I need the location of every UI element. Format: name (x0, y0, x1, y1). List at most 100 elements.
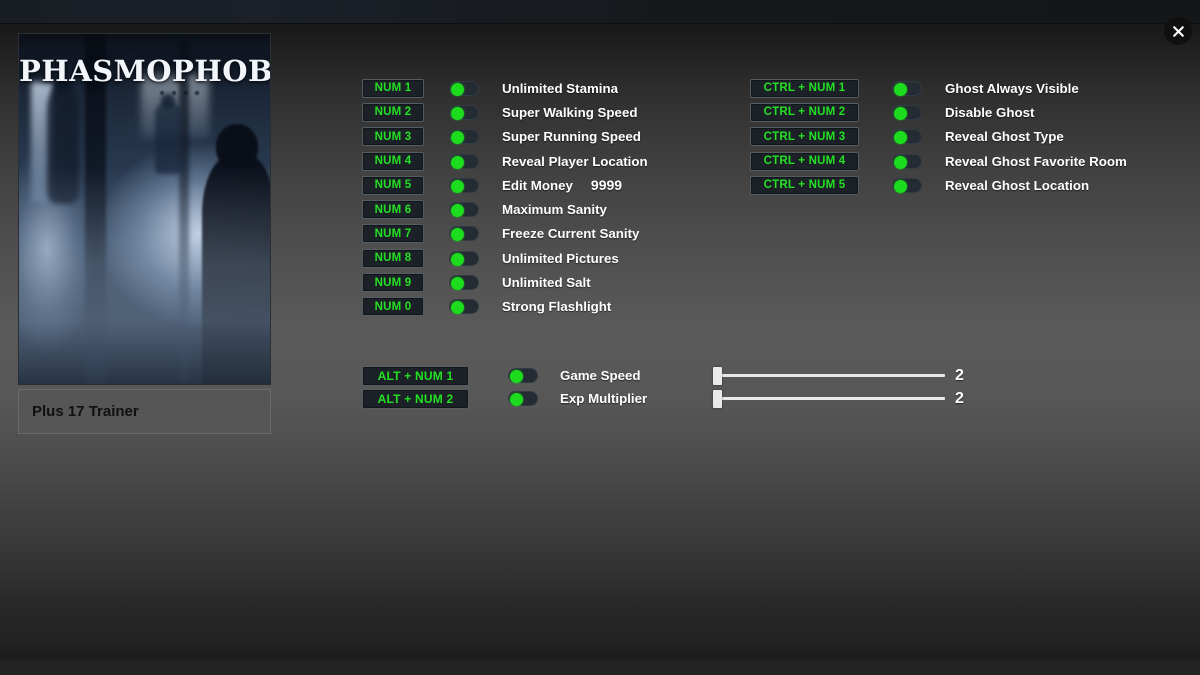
cheat-label: Strong Flashlight (502, 299, 612, 315)
cheat-toggle[interactable] (508, 368, 538, 383)
cheat-row: NUM 4 Reveal Player Location (362, 149, 648, 173)
toggle-knob (510, 393, 523, 406)
hotkey-button[interactable]: NUM 6 (362, 200, 424, 220)
cheat-row: NUM 8 Unlimited Pictures (362, 246, 648, 270)
slider-list: ALT + NUM 1 Game Speed 2 ALT + NUM 2 Exp Mul… (362, 364, 969, 410)
cheat-label: Ghost Always Visible (945, 80, 1079, 96)
cheat-toggle[interactable] (449, 104, 479, 120)
cheat-row: CTRL + NUM 5 Reveal Ghost Location (750, 173, 1127, 197)
toggle-knob (510, 370, 523, 383)
trainer-window: PHASMOPHOBIA Plus 17 Trainer NUM 1 Unlimi… (0, 0, 1200, 675)
cheat-label: Reveal Ghost Location (945, 177, 1090, 193)
toggle-knob (451, 277, 464, 291)
cheat-toggle[interactable] (449, 202, 479, 218)
game-title: PHASMOPHOBIA (19, 54, 271, 88)
cheat-toggle[interactable] (892, 153, 922, 169)
toggle-knob (451, 301, 464, 315)
cheat-toggle[interactable] (449, 129, 479, 145)
slider-track (716, 397, 945, 400)
cheat-toggle[interactable] (449, 250, 479, 266)
toggle-knob (451, 252, 464, 266)
cheat-toggle[interactable] (892, 177, 922, 193)
cheat-row: NUM 6 Maximum Sanity (362, 197, 648, 221)
hotkey-button[interactable]: CTRL + NUM 3 (750, 127, 859, 147)
cheat-toggle[interactable] (892, 80, 922, 96)
cheat-label: Unlimited Salt (502, 275, 591, 291)
cheat-toggle[interactable] (449, 153, 479, 169)
slider-handle[interactable] (713, 389, 722, 408)
trainer-version-label: Plus 17 Trainer (18, 389, 271, 434)
slider-control: 2 (713, 389, 969, 408)
hotkey-button[interactable]: NUM 5 (362, 175, 424, 195)
toggle-knob (894, 179, 907, 193)
toggle-knob (894, 106, 907, 120)
slider-value: 2 (955, 366, 964, 384)
hotkey-button[interactable]: CTRL + NUM 4 (750, 151, 859, 171)
hotkey-button[interactable]: CTRL + NUM 5 (750, 175, 859, 195)
hotkey-button[interactable]: ALT + NUM 2 (362, 388, 469, 409)
cheat-toggle[interactable] (449, 80, 479, 96)
hotkey-button[interactable]: NUM 3 (362, 127, 424, 147)
toggle-knob (451, 82, 464, 96)
cheat-label: Disable Ghost (945, 104, 1035, 120)
slider-row: ALT + NUM 2 Exp Multiplier 2 (362, 387, 969, 410)
cheat-label: Reveal Ghost Favorite Room (945, 153, 1127, 169)
cheat-label: Maximum Sanity (502, 202, 607, 218)
hotkey-button[interactable]: NUM 1 (362, 78, 424, 98)
title-bar (0, 0, 1200, 24)
cheat-row: NUM 2 Super Walking Speed (362, 100, 648, 124)
slider-handle[interactable] (713, 366, 722, 385)
hotkey-button[interactable]: ALT + NUM 1 (362, 365, 469, 386)
slider-track-area[interactable] (713, 389, 945, 408)
hotkey-button[interactable]: CTRL + NUM 1 (750, 78, 859, 98)
cheat-label: Unlimited Pictures (502, 250, 619, 266)
cheat-label: Super Walking Speed (502, 104, 638, 120)
toggle-knob (451, 155, 464, 169)
cheat-toggle[interactable] (892, 104, 922, 120)
game-cover-art: PHASMOPHOBIA (18, 33, 271, 385)
hotkey-button[interactable]: NUM 2 (362, 102, 424, 122)
game-panel: PHASMOPHOBIA Plus 17 Trainer (18, 33, 271, 434)
toggle-knob (451, 228, 464, 242)
cheat-row: NUM 0 Strong Flashlight (362, 295, 648, 319)
toggle-knob (894, 131, 907, 145)
hotkey-button[interactable]: NUM 9 (362, 273, 424, 293)
hotkey-button[interactable]: NUM 0 (362, 297, 424, 317)
close-button[interactable] (1164, 17, 1192, 45)
toggle-knob (451, 204, 464, 218)
cheat-row: NUM 3 Super Running Speed (362, 125, 648, 149)
cheat-row: CTRL + NUM 4 Reveal Ghost Favorite Room (750, 149, 1127, 173)
cheat-row: CTRL + NUM 2 Disable Ghost (750, 100, 1127, 124)
hotkey-button[interactable]: NUM 7 (362, 224, 424, 244)
cheat-label: Edit Money (502, 177, 573, 193)
slider-value: 2 (955, 389, 964, 407)
cheat-list-column-a: NUM 1 Unlimited Stamina NUM 2 Super Walking… (362, 76, 648, 319)
toggle-knob (894, 155, 907, 169)
slider-track-area[interactable] (713, 366, 945, 385)
cheat-label: Super Running Speed (502, 129, 641, 145)
cheat-label: Reveal Ghost Type (945, 129, 1064, 145)
cheat-row: CTRL + NUM 1 Ghost Always Visible (750, 76, 1127, 100)
cheat-value[interactable]: 9999 (591, 177, 622, 193)
toggle-knob (451, 106, 464, 120)
cheat-row: NUM 7 Freeze Current Sanity (362, 222, 648, 246)
cheat-toggle[interactable] (449, 177, 479, 193)
hotkey-button[interactable]: NUM 8 (362, 248, 424, 268)
cheat-toggle[interactable] (449, 275, 479, 291)
toggle-knob (451, 131, 464, 145)
cheat-toggle[interactable] (449, 226, 479, 242)
toggle-knob (894, 82, 907, 96)
cheat-toggle[interactable] (508, 391, 538, 406)
cheat-label: Game Speed (560, 368, 641, 383)
close-icon (1172, 25, 1184, 37)
cheat-toggle[interactable] (449, 299, 479, 315)
hotkey-button[interactable]: NUM 4 (362, 151, 424, 171)
cheat-label: Unlimited Stamina (502, 80, 618, 96)
cheat-row: NUM 5 Edit Money 9999 (362, 173, 648, 197)
cheat-list-column-b: CTRL + NUM 1 Ghost Always Visible CTRL + N… (750, 76, 1127, 197)
cheat-toggle[interactable] (892, 129, 922, 145)
cheat-row: NUM 1 Unlimited Stamina (362, 76, 648, 100)
hotkey-button[interactable]: CTRL + NUM 2 (750, 102, 859, 122)
cheat-label: Freeze Current Sanity (502, 226, 640, 242)
slider-track (716, 374, 945, 377)
